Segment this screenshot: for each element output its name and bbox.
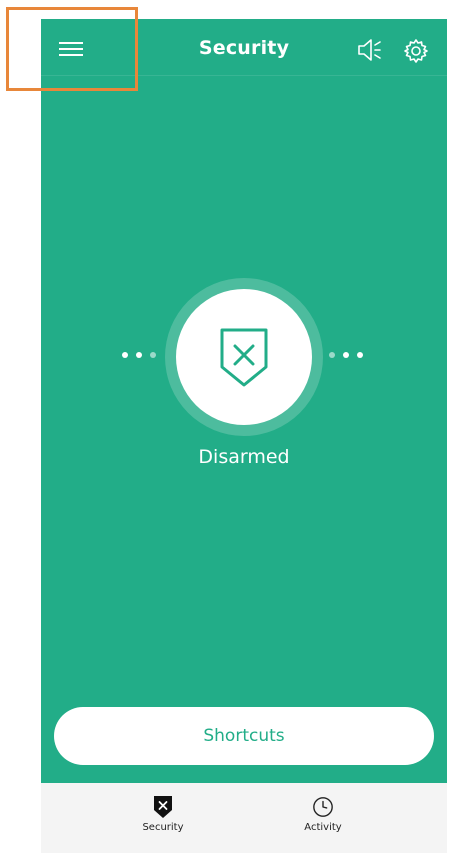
shield-x-icon bbox=[154, 796, 172, 818]
status-label: Disarmed bbox=[198, 446, 290, 468]
speaker-icon[interactable] bbox=[356, 38, 382, 62]
right-dots-indicator bbox=[329, 352, 363, 358]
nav-item-security[interactable]: Security bbox=[118, 795, 208, 833]
nav-label: Activity bbox=[304, 822, 342, 833]
dot bbox=[122, 352, 128, 358]
nav-item-activity[interactable]: Activity bbox=[278, 795, 368, 833]
app-header: Security bbox=[41, 19, 447, 76]
dot bbox=[357, 352, 363, 358]
dot bbox=[136, 352, 142, 358]
security-app: Security Disarmed Shortcuts Security Act… bbox=[41, 19, 447, 853]
page-title: Security bbox=[198, 37, 290, 59]
nav-label: Security bbox=[142, 822, 184, 833]
gear-icon[interactable] bbox=[403, 38, 429, 64]
dot bbox=[150, 352, 156, 358]
shortcuts-button[interactable]: Shortcuts bbox=[54, 707, 434, 765]
left-dots-indicator bbox=[122, 352, 156, 358]
dot bbox=[329, 352, 335, 358]
screen: Security Disarmed Shortcuts Security Act… bbox=[0, 0, 458, 865]
arm-toggle-button[interactable] bbox=[176, 289, 312, 425]
dot bbox=[343, 352, 349, 358]
clock-icon bbox=[313, 797, 333, 817]
bottom-navigation: Security Activity bbox=[41, 783, 447, 853]
shield-x-icon bbox=[220, 328, 268, 387]
